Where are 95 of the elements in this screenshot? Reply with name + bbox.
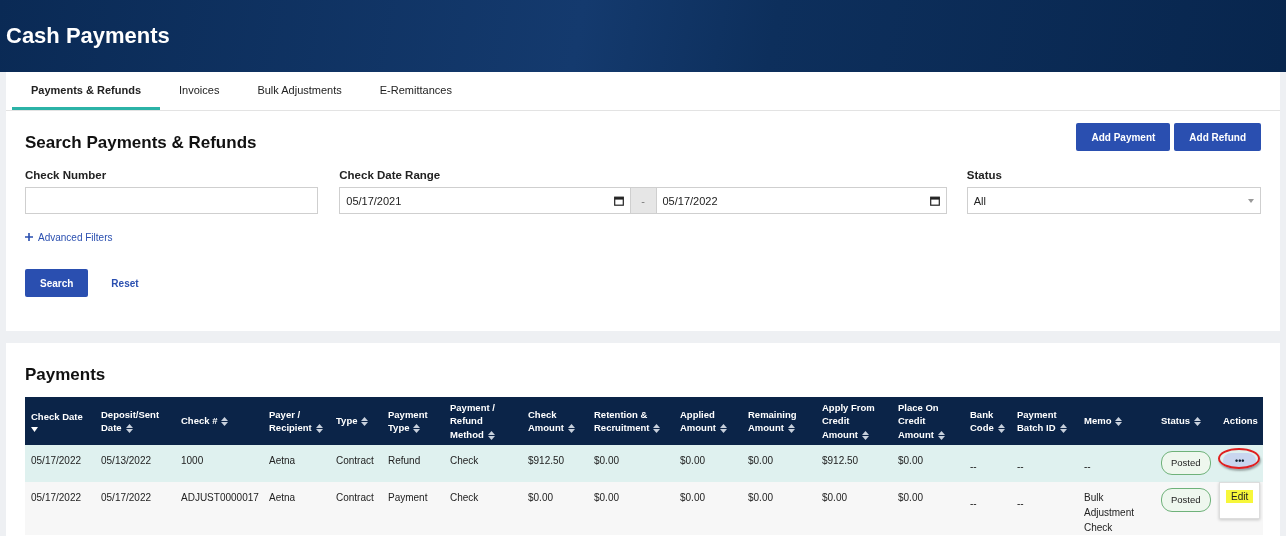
sort-icon[interactable] — [787, 423, 795, 433]
table-cell: $912.50 — [522, 444, 588, 482]
column-header[interactable]: Payer / Recipient — [263, 397, 330, 445]
sort-icon[interactable] — [361, 417, 369, 427]
edit-menu-item[interactable]: Edit — [1226, 489, 1254, 503]
date-to-field[interactable]: 05/17/2022 — [655, 187, 947, 214]
column-header[interactable]: Place On Credit Amount — [892, 397, 964, 445]
sort-icon[interactable] — [861, 430, 869, 440]
table-cell: 05/17/2022 — [25, 444, 95, 482]
calendar-icon[interactable] — [613, 195, 624, 206]
section-title: Search Payments & Refunds — [25, 133, 257, 153]
table-cell: 05/17/2022 — [95, 481, 175, 535]
field-label: Check Date Range — [339, 169, 442, 181]
sort-icon[interactable] — [653, 423, 661, 433]
column-header[interactable]: Payment / Refund Method — [444, 397, 522, 445]
table-cell: $0.00 — [742, 444, 816, 482]
status-dropdown[interactable]: All — [966, 187, 1261, 214]
table-cell: $0.00 — [816, 481, 892, 535]
table-cell: Check — [444, 444, 522, 482]
column-header[interactable]: Apply From Credit Amount — [816, 397, 892, 445]
table-cell: Aetna — [263, 444, 330, 482]
tab[interactable]: Invoices — [160, 72, 239, 110]
column-header[interactable]: Bank Code — [964, 397, 1011, 445]
reset-link[interactable]: Reset — [111, 277, 139, 289]
table-cell: $0.00 — [892, 481, 964, 535]
table-cell: Check — [444, 481, 522, 535]
tab[interactable]: E-Remittances — [360, 72, 471, 110]
column-header[interactable]: Retention & Recruitment — [588, 397, 674, 445]
table-cell: -- — [964, 444, 1011, 482]
page-title: Cash Payments — [6, 23, 170, 49]
table-cell: -- — [1078, 444, 1155, 482]
table-cell: Payment — [382, 481, 444, 535]
column-header[interactable]: Status — [1155, 397, 1217, 445]
search-button[interactable]: Search — [25, 269, 89, 297]
sort-icon[interactable] — [413, 423, 421, 433]
sort-icon[interactable] — [997, 423, 1005, 433]
status-badge: Posted — [1161, 450, 1211, 476]
table-cell: ADJUST0000017 — [175, 481, 263, 535]
advanced-filters-link[interactable]: Advanced Filters — [25, 231, 113, 243]
table-cell: $0.00 — [742, 481, 816, 535]
sort-icon[interactable] — [1194, 417, 1202, 427]
table-cell: Aetna — [263, 481, 330, 535]
table-cell: $0.00 — [674, 481, 742, 535]
sort-icon[interactable] — [719, 423, 727, 433]
column-header[interactable]: Applied Amount — [674, 397, 742, 445]
table-cell: Refund — [382, 444, 444, 482]
column-header[interactable]: Type — [330, 397, 382, 445]
add-refund-button[interactable]: Add Refund — [1174, 123, 1261, 151]
status-badge: Posted — [1161, 487, 1211, 513]
table-cell: Bulk Adjustment Check — [1078, 481, 1155, 535]
sort-icon[interactable] — [937, 430, 945, 440]
table-cell: $912.50 — [816, 444, 892, 482]
table-cell: $0.00 — [588, 481, 674, 535]
sort-icon[interactable] — [221, 417, 229, 427]
sort-icon[interactable] — [1115, 417, 1123, 427]
sort-icon[interactable] — [125, 423, 133, 433]
column-header[interactable]: Memo — [1078, 397, 1155, 445]
table-row[interactable]: 05/17/2022 05/17/2022 ADJUST0000017 Aetna Contract Payment Check $0.00 $0.00 $0.00 $0.00 $0.00 $0.00 -- -- Bulk Adjustment Check Posted Edit — [25, 481, 1263, 535]
add-payment-button[interactable]: Add Payment — [1076, 123, 1171, 151]
table-cell: 05/13/2022 — [95, 444, 175, 482]
table-cell: 05/17/2022 — [25, 481, 95, 535]
column-header[interactable]: Check Date — [25, 397, 95, 445]
table-cell: $0.00 — [522, 481, 588, 535]
column-header[interactable]: Check # — [175, 397, 263, 445]
column-header[interactable]: Actions — [1217, 397, 1263, 445]
date-from-field[interactable]: 05/17/2021 — [339, 187, 631, 214]
sort-icon[interactable] — [315, 423, 323, 433]
section-title: Payments — [25, 365, 107, 385]
table-cell: 1000 — [175, 444, 263, 482]
tab[interactable]: Bulk Adjustments — [238, 72, 361, 110]
field-label: Check Number — [25, 169, 108, 181]
table-cell: $0.00 — [588, 444, 674, 482]
check-number-field[interactable] — [25, 187, 319, 214]
table-cell: -- — [1011, 481, 1078, 535]
table-cell: Contract — [330, 481, 382, 535]
sort-descending-icon[interactable] — [31, 426, 38, 432]
column-header[interactable]: Remaining Amount — [742, 397, 816, 445]
column-header[interactable]: Payment Type — [382, 397, 444, 445]
sort-icon[interactable] — [487, 430, 495, 440]
table-cell: -- — [1011, 444, 1078, 482]
table-cell: Contract — [330, 444, 382, 482]
column-header[interactable]: Payment Batch ID — [1011, 397, 1078, 445]
caret-icon — [1248, 198, 1254, 203]
column-header[interactable]: Deposit/Sent Date — [95, 397, 175, 445]
column-header[interactable]: Check Amount — [522, 397, 588, 445]
table-cell: $0.00 — [892, 444, 964, 482]
range-separator: - — [630, 187, 656, 214]
table-cell: -- — [964, 481, 1011, 535]
plus-icon — [25, 233, 33, 241]
table-cell: $0.00 — [674, 444, 742, 482]
field-label: Status — [966, 169, 1003, 181]
sort-icon[interactable] — [567, 423, 575, 433]
calendar-icon[interactable] — [929, 195, 940, 206]
actions-button[interactable]: ••• — [1223, 452, 1257, 469]
sort-icon[interactable] — [1059, 423, 1067, 433]
